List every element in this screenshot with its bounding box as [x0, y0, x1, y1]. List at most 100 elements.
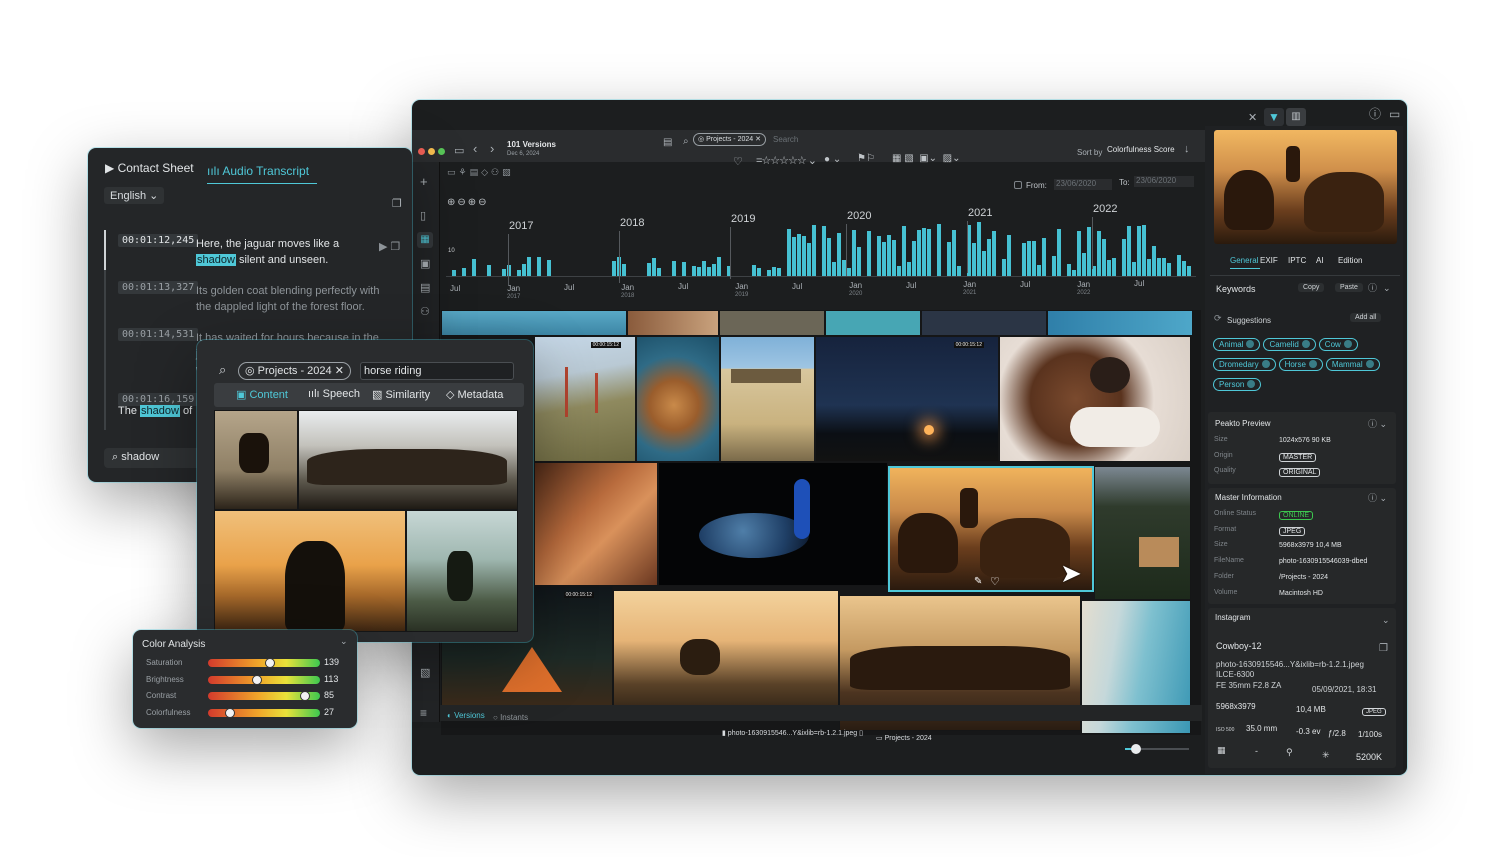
- photo-thumb-sea-top[interactable]: [441, 310, 627, 336]
- filter-button[interactable]: ▼: [1264, 108, 1284, 126]
- inspector-tab-general[interactable]: General: [1230, 256, 1258, 265]
- popup-result-lake-rider[interactable]: [406, 510, 518, 632]
- bottom-file-name[interactable]: ▮ photo-1630915546...Y&ixlib=rb-1.2.1.jp…: [722, 729, 863, 737]
- keyword-add-icon[interactable]: [1365, 360, 1374, 368]
- timeline-histogram[interactable]: 10 2017 2018 2019 2020 2021 2022 Jul Jan 2017 Ju…: [446, 203, 1198, 310]
- keyword-add-icon[interactable]: [1343, 340, 1352, 348]
- insta-copy-icon[interactable]: ❐: [1379, 643, 1388, 655]
- keyword-add-icon[interactable]: [1261, 360, 1270, 368]
- popup-query-input[interactable]: horse riding: [360, 362, 514, 380]
- to-date-field[interactable]: 23/06/2020: [1134, 176, 1194, 187]
- transcript-highlight[interactable]: shadow: [196, 254, 236, 266]
- minimize-window-button[interactable]: [428, 148, 435, 155]
- from-date-field[interactable]: 23/06/2020: [1054, 179, 1112, 190]
- keyword-chip[interactable]: Animal: [1213, 338, 1261, 351]
- photo-thumb-peacock[interactable]: [658, 462, 888, 586]
- inspector-tab-edition[interactable]: Edition: [1338, 256, 1362, 265]
- transcript-timestamp[interactable]: 00:01:14,531: [118, 328, 199, 341]
- inspector-tab-exif[interactable]: EXIF: [1260, 256, 1278, 265]
- histogram-toggle-button[interactable]: ▥: [1286, 108, 1306, 126]
- slider-knob[interactable]: [1131, 744, 1141, 754]
- thumbnail-size-slider[interactable]: [1125, 744, 1189, 754]
- panel-toggle-icon[interactable]: ▭: [1389, 108, 1400, 120]
- like-heart-icon[interactable]: ♡: [990, 575, 1000, 588]
- date-range-checkbox[interactable]: [1014, 181, 1022, 189]
- play-icon[interactable]: ▶ ❐: [379, 240, 400, 253]
- popup-scope-token[interactable]: ◎ Projects - 2024 ✕: [238, 362, 351, 380]
- rating-filter[interactable]: =☆☆☆☆☆ ⌄: [756, 154, 817, 167]
- forward-arrow-icon[interactable]: ›: [490, 142, 494, 155]
- favorite-heart-icon[interactable]: ♡: [733, 156, 743, 168]
- popup-result-rearing-horse[interactable]: [214, 410, 298, 510]
- timeline-view-icon[interactable]: ▣: [420, 258, 430, 270]
- help-icon[interactable]: ⓘ: [1369, 108, 1381, 120]
- close-window-button[interactable]: [418, 148, 425, 155]
- instagram-collapse-icon[interactable]: ⌄: [1382, 614, 1390, 626]
- main-search-input[interactable]: Search: [773, 135, 798, 144]
- contact-sheet-tab[interactable]: ▶ Contact Sheet: [105, 161, 194, 175]
- photo-thumb-selected-cowboy[interactable]: ✎ ♡ ➤: [888, 466, 1094, 592]
- photo-thumb-pattern[interactable]: [719, 310, 825, 336]
- color-metric-bar[interactable]: [208, 691, 320, 701]
- keywords-info-icon[interactable]: ⓘ: [1368, 282, 1377, 294]
- sidebar-toggle-icon[interactable]: ▭: [454, 145, 464, 157]
- inspector-tab-iptc[interactable]: IPTC: [1288, 256, 1306, 265]
- sort-direction-icon[interactable]: ↓: [1184, 143, 1190, 155]
- transcript-timestamp[interactable]: 00:01:13,327: [118, 281, 199, 294]
- keyword-add-icon[interactable]: [1301, 340, 1310, 348]
- add-icon[interactable]: +: [420, 175, 428, 188]
- popup-result-herd[interactable]: [298, 410, 518, 510]
- color-metric-knob[interactable]: [225, 707, 236, 718]
- bottom-folder[interactable]: ▭ Projects - 2024: [876, 734, 932, 742]
- keyword-chip[interactable]: Mammal: [1325, 358, 1380, 371]
- back-arrow-icon[interactable]: ‹: [473, 142, 477, 155]
- zoom-window-button[interactable]: [438, 148, 445, 155]
- photo-thumb-dune[interactable]: [534, 462, 658, 586]
- audio-transcript-tab[interactable]: ıılı Audio Transcript: [207, 164, 309, 178]
- keywords-paste-button[interactable]: Paste: [1335, 283, 1363, 292]
- compare-view-icon[interactable]: ▧: [420, 667, 430, 679]
- sort-by-select[interactable]: Colorfulness Score: [1107, 145, 1175, 154]
- keyword-add-icon[interactable]: [1308, 360, 1317, 368]
- transcript-timestamp[interactable]: 00:01:12,245: [118, 234, 199, 247]
- photo-thumb-stars-camp[interactable]: 00:00:15:12: [815, 336, 999, 462]
- color-metric-knob[interactable]: [252, 674, 263, 685]
- popup-result-sunset-rider[interactable]: [214, 510, 406, 632]
- color-metric-knob[interactable]: [300, 691, 311, 701]
- browse-mode-icons[interactable]: ▭⚘▤◇⚇▧: [447, 167, 514, 178]
- keyword-chip[interactable]: Dromedary: [1213, 358, 1276, 371]
- keyword-chip[interactable]: Camelid: [1263, 338, 1316, 351]
- keywords-collapse-icon[interactable]: ⌄: [1383, 282, 1391, 294]
- people-view-icon[interactable]: ⚇: [420, 306, 430, 318]
- transcript-highlight[interactable]: shadow: [140, 405, 180, 417]
- keyword-add-icon[interactable]: [1246, 340, 1255, 348]
- layout-filters[interactable]: ▦ ▧ ▣⌄ ▨⌄: [892, 153, 960, 164]
- color-metric-knob[interactable]: [264, 658, 275, 668]
- photo-thumb-portrait[interactable]: [999, 336, 1191, 462]
- map-view-icon[interactable]: ▤: [420, 282, 430, 294]
- photo-thumb-rider-field[interactable]: [613, 590, 839, 716]
- color-metric-bar[interactable]: [208, 658, 320, 668]
- comment-icon[interactable]: ▤: [663, 137, 672, 149]
- inspector-tab-ai[interactable]: AI: [1316, 256, 1324, 265]
- color-analysis-collapse-icon[interactable]: ⌄: [340, 636, 348, 647]
- search-mode-speech[interactable]: ıılı Speech: [308, 388, 360, 400]
- search-mode-content[interactable]: ▣ Content: [236, 388, 288, 401]
- keyword-chip[interactable]: Person: [1213, 378, 1262, 391]
- instants-tab[interactable]: ○ Instants: [493, 713, 528, 722]
- photo-thumb-night[interactable]: [921, 310, 1047, 336]
- versions-tab[interactable]: ◐ Versions: [447, 711, 485, 720]
- grid-view-icon[interactable]: ▦: [417, 232, 433, 248]
- photo-thumb-forest-house[interactable]: [1094, 466, 1191, 600]
- menu-icon[interactable]: ≡: [420, 707, 427, 719]
- inspector-preview-image[interactable]: [1214, 130, 1397, 244]
- photo-thumb-teal[interactable]: [825, 310, 921, 336]
- photo-thumb-market[interactable]: [627, 310, 719, 336]
- photo-thumb-dog[interactable]: [636, 336, 720, 462]
- keyword-chip[interactable]: Horse: [1278, 358, 1323, 371]
- keywords-copy-button[interactable]: Copy: [1298, 283, 1325, 292]
- keyword-add-icon[interactable]: [1247, 380, 1256, 388]
- keyword-chip[interactable]: Cow: [1318, 338, 1358, 351]
- zoom-icons[interactable]: ⊕⊖⊕⊖: [447, 197, 489, 208]
- language-select[interactable]: English ⌄: [104, 187, 165, 204]
